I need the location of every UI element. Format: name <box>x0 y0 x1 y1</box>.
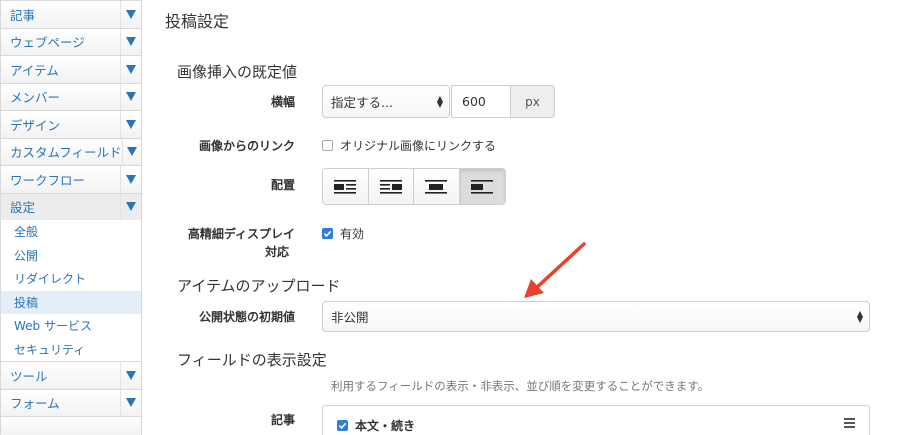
field-display-help: 利用するフィールドの表示・非表示、並び順を変更することができます。 <box>331 379 710 393</box>
sidebar: 記事 ウェブページ アイテム メンバー デザイン カスタムフィールド ワークフロ… <box>0 0 142 435</box>
link-original-label: オリジナル画像にリンクする <box>340 139 497 153</box>
nav-item-label: 記事 <box>10 7 36 23</box>
nav-item-label: ツール <box>10 368 48 384</box>
chevron-down-icon[interactable] <box>120 56 141 83</box>
align-center-button[interactable] <box>414 169 460 204</box>
align-none-icon <box>471 179 494 194</box>
submenu-item-compose[interactable]: 投稿 <box>1 290 141 314</box>
nav-item-members[interactable]: メンバー <box>0 82 142 110</box>
retina-label-line-2: 対応 <box>264 245 289 259</box>
section-title-field-display: フィールドの表示設定 <box>177 351 327 369</box>
default-status-label: 公開状態の初期値 <box>198 310 295 324</box>
chevron-down-icon[interactable] <box>120 193 141 220</box>
link-original-checkbox-row[interactable]: オリジナル画像にリンクする <box>322 137 496 154</box>
nav-item-pages[interactable]: ウェブページ <box>0 27 142 55</box>
width-input[interactable]: 600 <box>451 85 511 118</box>
nav-item-next[interactable] <box>0 416 142 435</box>
section-title-asset-upload: アイテムのアップロード <box>177 277 341 295</box>
link-label: 画像からのリンク <box>198 139 295 153</box>
nav-item-label: デザイン <box>10 117 61 133</box>
align-right-button[interactable] <box>368 169 414 204</box>
entry-field-list: 本文・続き <box>322 405 870 435</box>
select-arrows-icon: ▲ ▼ <box>436 93 443 109</box>
field-body-checkbox[interactable] <box>337 420 348 431</box>
chevron-down-icon[interactable] <box>120 166 141 193</box>
align-left-icon <box>334 179 357 194</box>
width-label: 横幅 <box>270 95 295 109</box>
section-title-image-defaults: 画像挿入の既定値 <box>177 63 298 81</box>
nav-item-assets[interactable]: アイテム <box>0 55 142 83</box>
nav-item-design[interactable]: デザイン <box>0 110 142 138</box>
alignment-button-group <box>322 168 506 205</box>
width-mode-value: 指定する... <box>331 95 393 110</box>
chevron-down-icon[interactable] <box>120 389 141 416</box>
width-mode-select[interactable]: 指定する... ▲ ▼ <box>322 85 450 118</box>
default-status-value: 非公開 <box>331 310 369 325</box>
chevron-down-icon[interactable] <box>121 138 141 165</box>
align-none-button[interactable] <box>459 169 505 204</box>
retina-checkbox[interactable] <box>322 228 333 239</box>
retina-checkbox-row[interactable]: 有効 <box>322 225 364 242</box>
nav-item-settings[interactable]: 設定 <box>0 192 142 220</box>
nav-item-entries[interactable]: 記事 <box>0 0 142 28</box>
chevron-down-icon[interactable] <box>120 28 141 55</box>
default-status-select[interactable]: 非公開 ▲ ▼ <box>322 301 870 332</box>
chevron-down-icon[interactable] <box>120 362 141 389</box>
nav-item-label: フォーム <box>10 396 60 412</box>
annotation-arrow-icon <box>524 242 586 298</box>
entry-fields-label: 記事 <box>270 413 295 427</box>
retina-label: 高精細ディスプレイ 対応 <box>165 225 295 261</box>
retina-label-line-1: 高精細ディスプレイ <box>187 227 295 241</box>
submenu-item-redirect[interactable]: リダイレクト <box>1 267 141 291</box>
page-title: 投稿設定 <box>165 12 230 31</box>
main-content: 投稿設定 画像挿入の既定値 横幅 指定する... ▲ ▼ 600 px 画像からの… <box>165 0 900 435</box>
nav-item-label: ウェブページ <box>10 35 85 51</box>
nav-item-forms[interactable]: フォーム <box>0 388 142 416</box>
checkmark-icon <box>323 230 332 237</box>
align-left-button[interactable] <box>323 169 369 204</box>
nav-item-label: カスタムフィールド <box>10 145 122 161</box>
field-body-label: 本文・続き <box>355 419 416 433</box>
nav-item-label: 設定 <box>10 200 36 216</box>
width-unit: px <box>510 85 555 118</box>
retina-enabled-label: 有効 <box>340 227 365 241</box>
select-arrows-icon: ▲ ▼ <box>856 308 863 324</box>
nav-item-workflow[interactable]: ワークフロー <box>0 165 142 193</box>
nav-item-label: ワークフロー <box>10 172 86 188</box>
chevron-down-icon[interactable] <box>120 1 141 28</box>
align-center-icon <box>425 179 448 194</box>
width-input-value: 600 <box>462 94 486 109</box>
nav-item-label: メンバー <box>10 90 61 106</box>
chevron-down-icon[interactable] <box>120 83 141 110</box>
settings-submenu: 全般 公開 リダイレクト 投稿 Web サービス セキュリティ <box>0 220 142 361</box>
link-original-checkbox[interactable] <box>322 140 333 151</box>
submenu-item-general[interactable]: 全般 <box>1 220 141 244</box>
nav-item-label: アイテム <box>10 62 59 78</box>
field-item-body[interactable]: 本文・続き <box>337 417 415 434</box>
align-right-icon <box>379 179 402 194</box>
align-label: 配置 <box>270 178 295 192</box>
drag-handle-icon[interactable] <box>844 418 855 430</box>
submenu-item-publishing[interactable]: 公開 <box>1 244 141 268</box>
submenu-item-security[interactable]: セキュリティ <box>1 338 141 362</box>
nav-item-custom-fields[interactable]: カスタムフィールド <box>0 137 142 165</box>
submenu-item-web-services[interactable]: Web サービス <box>1 314 141 338</box>
chevron-down-icon[interactable] <box>120 111 141 138</box>
checkmark-icon <box>338 422 347 429</box>
nav-item-tools[interactable]: ツール <box>0 361 142 389</box>
